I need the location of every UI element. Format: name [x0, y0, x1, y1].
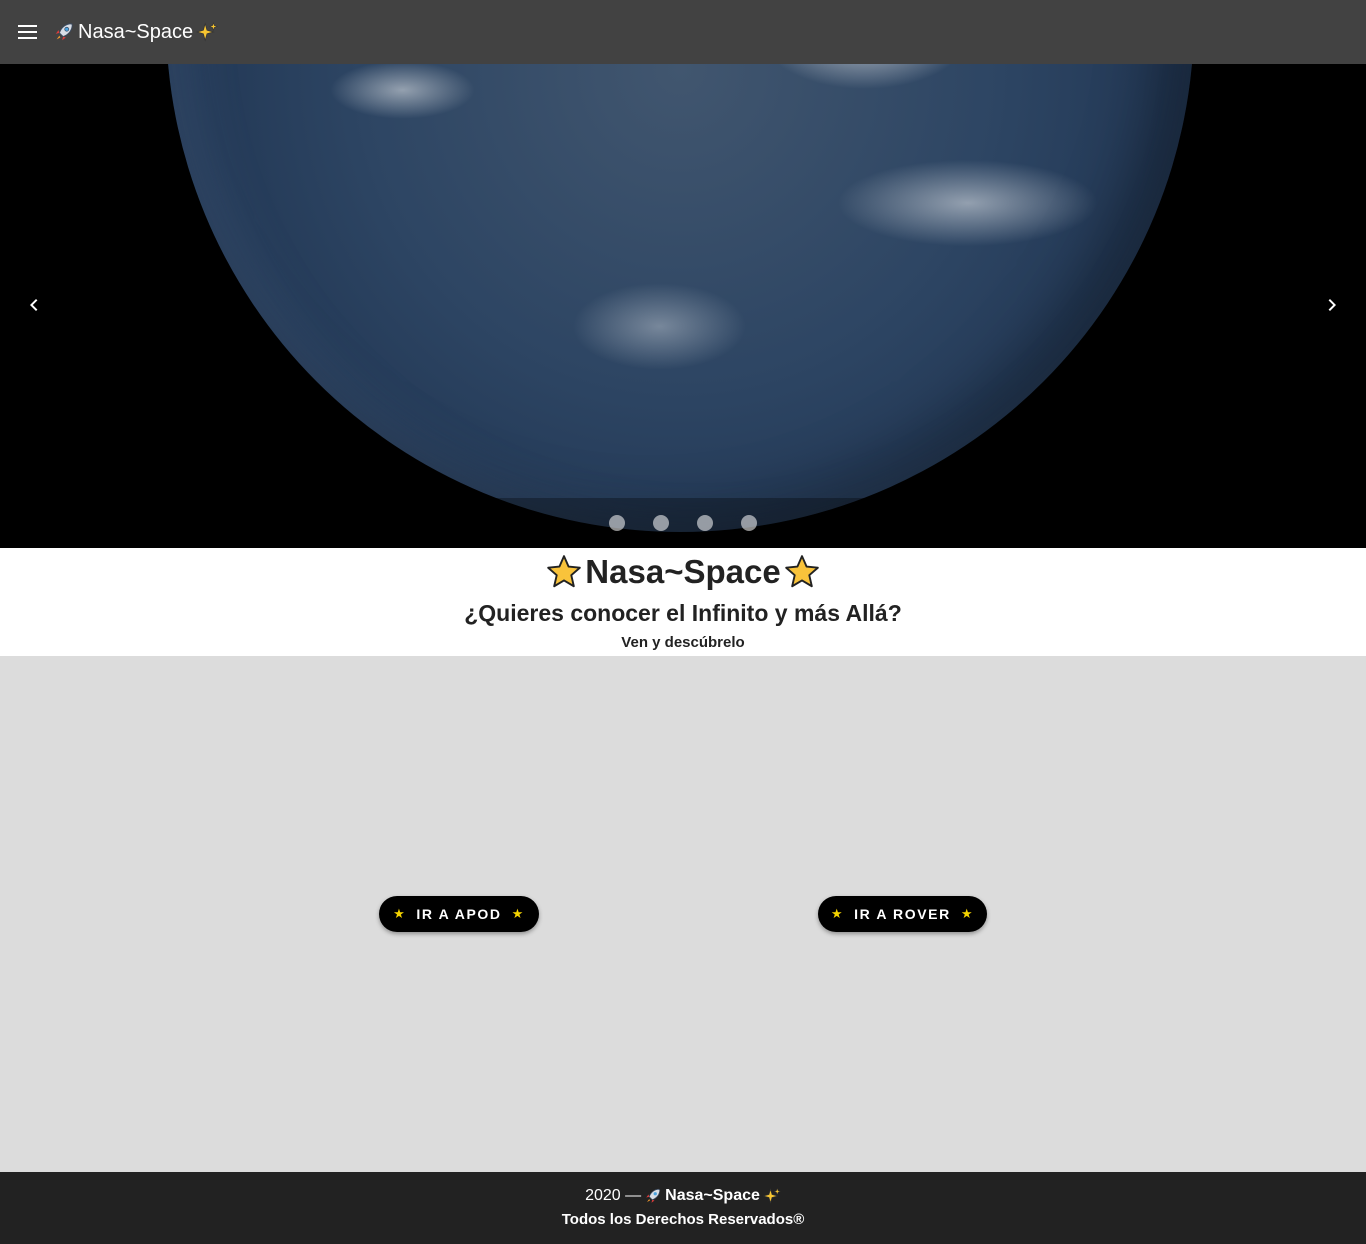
carousel-dot-3[interactable]	[697, 515, 713, 531]
footer-copyright: 2020 — Nasa~Space	[0, 1184, 1366, 1208]
actions-section: ★ IR A APOD ★ ★ IR A ROVER ★	[0, 656, 1366, 1172]
star-icon: ★	[393, 906, 407, 921]
carousel-next-button[interactable]	[1314, 287, 1350, 323]
app-bar: Nasa~Space	[0, 0, 1366, 64]
chevron-right-icon	[1328, 299, 1336, 311]
hero-section: Nasa~Space ¿Quieres conocer el Infinito …	[0, 548, 1366, 656]
image-carousel[interactable]	[0, 64, 1366, 548]
hero-title: Nasa~Space	[0, 548, 1366, 596]
rocket-icon	[52, 20, 76, 44]
footer-year: 2020 —	[585, 1187, 642, 1204]
carousel-dot-1[interactable]	[609, 515, 625, 531]
carousel-dot-4[interactable]	[741, 515, 757, 531]
hero-tagline: Ven y descúbrelo	[621, 634, 745, 651]
app-title[interactable]: Nasa~Space	[52, 20, 219, 44]
footer-brand: Nasa~Space	[665, 1187, 760, 1204]
carousel-prev-button[interactable]	[16, 287, 52, 323]
hero-subtitle: ¿Quieres conocer el Infinito y más Allá?	[464, 600, 902, 626]
footer: 2020 — Nasa~Space Todos los Derechos Res…	[0, 1172, 1366, 1244]
go-to-apod-label: IR A APOD	[416, 906, 502, 922]
go-to-apod-button[interactable]: ★ IR A APOD ★	[379, 896, 539, 932]
star-icon	[547, 555, 582, 588]
carousel-delimiters	[0, 498, 1366, 548]
carousel-slide-image-earth	[166, 64, 1194, 532]
hero-title-text: Nasa~Space	[585, 553, 781, 590]
rocket-icon	[646, 1188, 661, 1203]
menu-button[interactable]	[8, 12, 48, 52]
star-icon	[784, 555, 819, 588]
chevron-left-icon	[30, 299, 38, 311]
sparkles-icon	[195, 20, 219, 44]
star-icon: ★	[830, 906, 845, 921]
carousel-dot-2[interactable]	[653, 515, 669, 531]
sparkles-icon	[762, 1187, 781, 1204]
star-icon: ★	[960, 906, 975, 921]
footer-rights: Todos los Derechos Reservados®	[561, 1211, 805, 1228]
go-to-rover-button[interactable]: ★ IR A ROVER ★	[818, 896, 987, 932]
star-icon: ★	[511, 906, 525, 921]
menu-icon	[18, 25, 37, 39]
app-title-text: Nasa~Space	[78, 20, 194, 43]
go-to-rover-label: IR A ROVER	[854, 906, 951, 922]
